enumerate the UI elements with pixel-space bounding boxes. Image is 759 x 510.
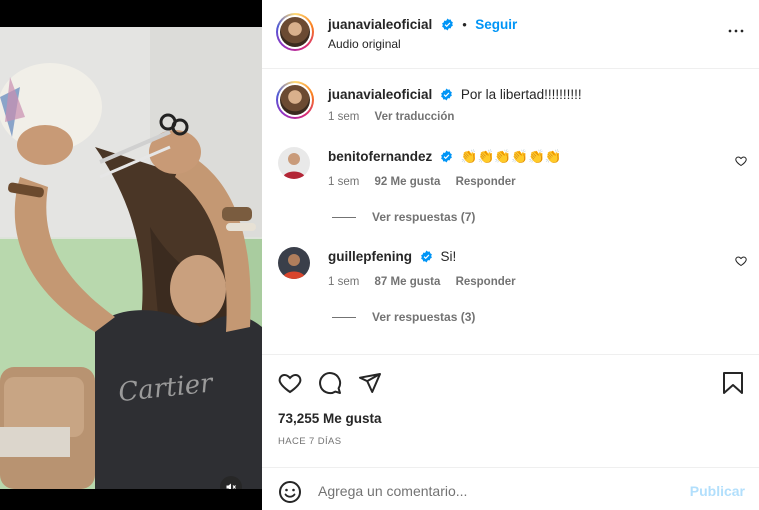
post-actions: 73,255 Me gusta HACE 7 DÍAS <box>262 354 759 468</box>
comment-time[interactable]: 1 sem <box>328 176 359 188</box>
comment-username[interactable]: benitofernandez <box>328 149 432 164</box>
comment-likes[interactable]: 92 Me gusta <box>375 176 441 188</box>
emoji-icon[interactable] <box>278 480 302 504</box>
caption-meta: 1 sem Ver traducción <box>328 111 466 123</box>
author-username[interactable]: juanavialeoficial <box>328 17 432 32</box>
comment-likes[interactable]: 87 Me gusta <box>375 276 441 288</box>
audio-label[interactable]: Audio original <box>328 37 401 51</box>
comments-list[interactable]: juanavialeoficial Por la libertad!!!!!!!… <box>262 69 759 354</box>
comment-meta: 1 sem 92 Me gusta Responder <box>328 176 528 188</box>
view-replies-label: Ver respuestas (7) <box>372 210 476 224</box>
caption-username[interactable]: juanavialeoficial <box>328 87 432 102</box>
publish-button[interactable]: Publicar <box>690 483 745 499</box>
verified-badge-icon <box>420 250 432 263</box>
comment-time[interactable]: 1 sem <box>328 276 359 288</box>
verified-badge-icon <box>441 150 452 163</box>
post-video[interactable]: Cartier <box>0 27 262 489</box>
caption-avatar[interactable] <box>276 81 314 119</box>
verified-badge-icon <box>441 88 452 101</box>
share-icon[interactable] <box>358 371 382 395</box>
view-replies-button[interactable]: Ver respuestas (7) <box>332 210 475 224</box>
comment-avatar[interactable] <box>278 147 310 179</box>
replies-divider <box>332 317 356 319</box>
add-comment-bar: Agrega un comentario... Publicar <box>262 467 759 510</box>
post-media: Cartier <box>0 0 262 510</box>
heart-icon[interactable] <box>278 371 302 395</box>
author-avatar[interactable] <box>276 13 314 51</box>
muted-speaker-icon <box>226 483 236 489</box>
header-separator: • <box>462 17 467 32</box>
author-line: juanavialeoficial • Seguir <box>328 16 517 34</box>
post-date[interactable]: HACE 7 DÍAS <box>278 436 342 447</box>
comment-heart-icon[interactable] <box>735 255 747 267</box>
comment-avatar[interactable] <box>278 247 310 279</box>
comment-username[interactable]: guillepfening <box>328 249 412 264</box>
replies-divider <box>332 217 356 219</box>
reply-button[interactable]: Responder <box>456 276 516 288</box>
comment-heart-icon[interactable] <box>735 155 747 167</box>
more-options-icon[interactable] <box>727 22 745 40</box>
verified-badge-icon <box>441 18 453 31</box>
follow-button[interactable]: Seguir <box>475 17 517 32</box>
video-frame: Cartier <box>0 27 262 489</box>
caption-time[interactable]: 1 sem <box>328 111 359 123</box>
view-replies-label: Ver respuestas (3) <box>372 310 476 324</box>
comment-text: Si! <box>440 249 457 264</box>
view-replies-button[interactable]: Ver respuestas (3) <box>332 310 475 324</box>
see-translation-button[interactable]: Ver traducción <box>375 111 455 123</box>
comment-line: benitofernandez 👏👏👏👏👏👏 <box>328 149 562 165</box>
comment-input[interactable]: Agrega un comentario... <box>318 483 467 499</box>
comment-text: 👏👏👏👏👏👏 <box>460 149 562 165</box>
likes-count[interactable]: 73,255 Me gusta <box>278 411 382 426</box>
comment-line: guillepfening Si! <box>328 249 456 264</box>
caption-line: juanavialeoficial Por la libertad!!!!!!!… <box>328 87 582 102</box>
caption-text: Por la libertad!!!!!!!!!! <box>460 87 582 102</box>
comment-meta: 1 sem 87 Me gusta Responder <box>328 276 528 288</box>
reply-button[interactable]: Responder <box>456 176 516 188</box>
comment-icon[interactable] <box>318 371 342 395</box>
bookmark-icon[interactable] <box>722 371 744 395</box>
post-details-panel: juanavialeoficial • Seguir Audio origina… <box>262 0 759 510</box>
post-header: juanavialeoficial • Seguir Audio origina… <box>262 0 759 69</box>
